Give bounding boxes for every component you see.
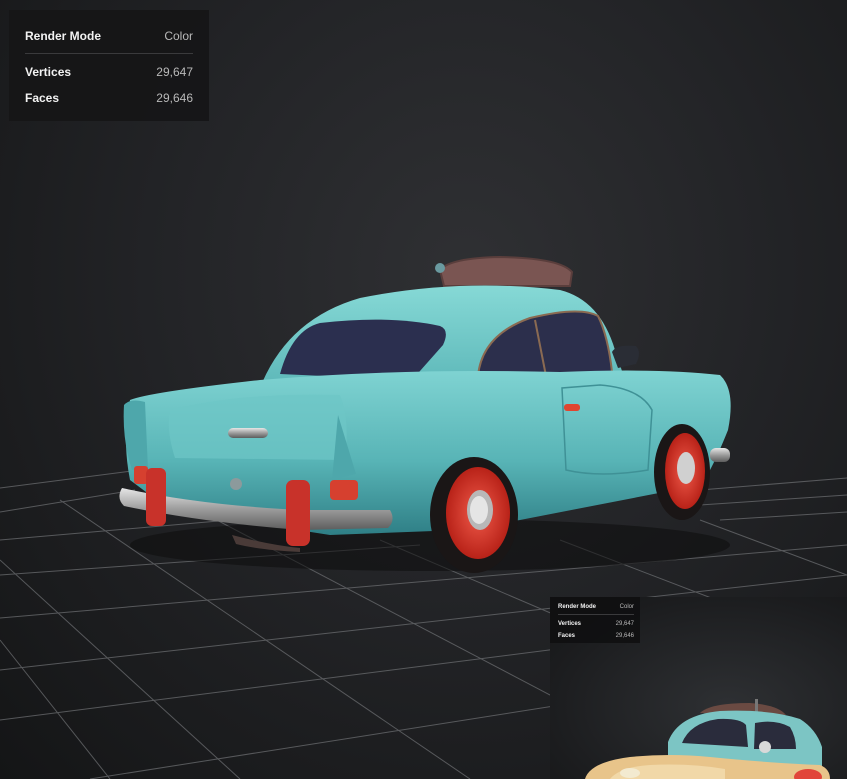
- faces-row: Faces 29,646: [25, 90, 193, 106]
- thumbnail-render-mode-value: Color: [619, 604, 634, 610]
- render-mode-label: Render Mode: [25, 29, 102, 43]
- thumbnail-faces-value: 29,646: [615, 633, 634, 639]
- model-info-panel: Render Mode Color Vertices 29,647 Faces …: [9, 10, 209, 121]
- 3d-viewport[interactable]: Render Mode Color Vertices 29,647 Faces …: [0, 0, 847, 779]
- thumbnail-info-divider: [558, 614, 634, 615]
- model-preview-thumbnail[interactable]: Render Mode Color Vertices 29,647 Faces …: [550, 597, 847, 779]
- thumbnail-vertices-label: Vertices: [558, 621, 582, 627]
- thumbnail-faces-label: Faces: [558, 633, 576, 639]
- vertices-value: 29,647: [156, 65, 193, 79]
- thumbnail-info-panel: Render Mode Color Vertices 29,647 Faces …: [550, 597, 640, 643]
- render-mode-row[interactable]: Render Mode Color: [25, 28, 193, 44]
- thumbnail-faces-row: Faces 29,646: [558, 632, 634, 640]
- thumbnail-render-mode-row: Render Mode Color: [558, 603, 634, 611]
- faces-value: 29,646: [156, 91, 193, 105]
- faces-label: Faces: [25, 91, 60, 105]
- render-mode-value[interactable]: Color: [164, 29, 193, 43]
- thumbnail-vertices-row: Vertices 29,647: [558, 620, 634, 628]
- thumbnail-vertices-value: 29,647: [615, 621, 634, 627]
- vertices-label: Vertices: [25, 65, 72, 79]
- info-divider: [25, 53, 193, 54]
- thumbnail-render-mode-label: Render Mode: [558, 604, 597, 610]
- vertices-row: Vertices 29,647: [25, 64, 193, 80]
